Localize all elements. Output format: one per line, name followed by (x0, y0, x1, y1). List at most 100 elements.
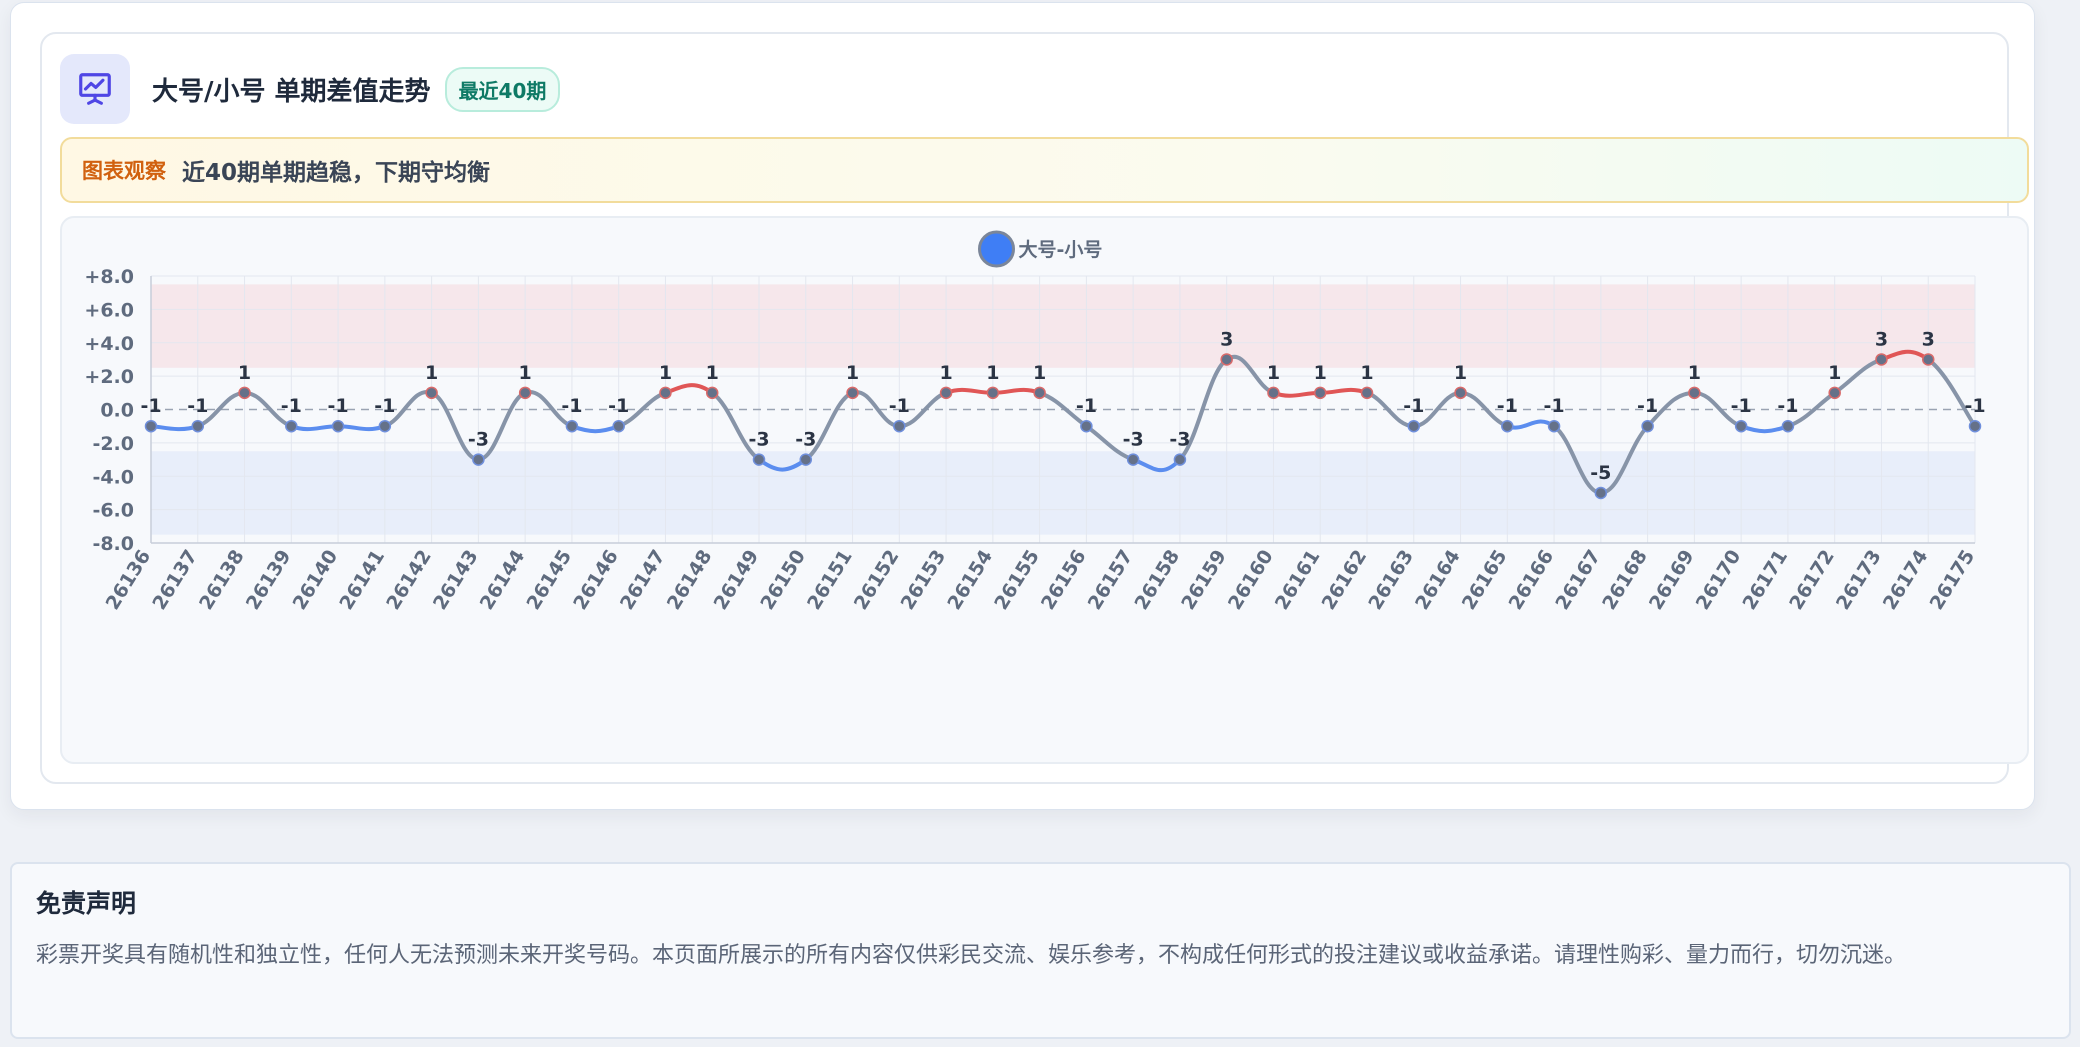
data-label: 1 (1314, 362, 1327, 384)
data-label: 1 (1688, 362, 1701, 384)
x-tick-label: 26169 (1645, 546, 1699, 614)
disclaimer-title: 免责声明 (36, 889, 137, 918)
x-tick-label: 26165 (1458, 546, 1512, 614)
x-tick-label: 26164 (1411, 546, 1465, 614)
data-label: 1 (1454, 362, 1467, 384)
data-label: 1 (1267, 362, 1280, 384)
x-tick-label: 26153 (897, 546, 951, 614)
data-label: 3 (1922, 328, 1935, 350)
y-tick-label: 0.0 (100, 400, 134, 422)
data-point (1781, 419, 1795, 433)
data-label: -1 (1497, 395, 1518, 417)
data-point (846, 386, 859, 400)
data-point (1547, 419, 1561, 433)
x-tick-label: 26168 (1598, 546, 1652, 614)
x-tick-label: 26170 (1692, 546, 1746, 614)
data-point (986, 386, 1000, 400)
series-line-segment (990, 387, 1042, 395)
data-label: -1 (889, 395, 910, 417)
x-tick-label: 26171 (1738, 546, 1792, 614)
data-label: -5 (1590, 462, 1611, 484)
x-tick-label: 26142 (382, 546, 436, 614)
data-point (1688, 386, 1701, 400)
chart-band-1 (151, 451, 1975, 535)
x-tick-label: 26163 (1364, 546, 1418, 614)
x-tick-label: 26174 (1879, 546, 1933, 614)
data-point (1267, 386, 1280, 400)
x-tick-label: 26162 (1318, 546, 1372, 614)
data-label: 3 (1875, 328, 1888, 350)
x-tick-label: 26145 (522, 546, 576, 614)
data-label: -3 (468, 429, 489, 451)
data-label: -1 (1544, 395, 1565, 417)
x-tick-label: 26141 (335, 546, 389, 614)
y-tick-label: -4.0 (92, 466, 134, 488)
legend-label: 大号-小号 (1019, 238, 1103, 261)
x-tick-label: 26152 (850, 546, 904, 614)
data-point (659, 386, 672, 400)
data-label: 1 (1360, 362, 1373, 384)
chart-area: +8.0 +6.0 +4.0 +2.0 0.0 -2.0 -4.0 -6.0 -8.0 -1 261… (60, 216, 2029, 764)
data-point (1080, 419, 1093, 433)
series-line-segment (336, 424, 387, 432)
data-point (238, 386, 251, 400)
x-tick-label: 26158 (1130, 546, 1184, 614)
data-point (1173, 453, 1187, 466)
data-label: -1 (608, 395, 629, 417)
data-point (1641, 419, 1654, 433)
data-label: -1 (374, 395, 395, 417)
x-tick-label: 26175 (1926, 546, 1980, 614)
x-tick-label: 26160 (1224, 546, 1278, 614)
chart-card: 大号/小号 单期差值走势 最近40期 图表观察 近40期单期趋稳，下期守均衡 +… (40, 32, 2029, 784)
data-label: 3 (1220, 328, 1233, 350)
insight-label: 图表观察 (82, 159, 166, 183)
chart-header: 大号/小号 单期差值走势 最近40期 (60, 54, 561, 124)
data-point (1033, 386, 1046, 400)
data-point (285, 419, 298, 433)
data-point (1126, 453, 1140, 466)
data-point (1454, 386, 1467, 400)
series-line-segment (149, 424, 200, 432)
series-line-segment (1505, 419, 1557, 430)
data-label: -1 (1731, 395, 1752, 417)
x-tick-label: 26157 (1084, 546, 1138, 614)
data-label: 1 (519, 362, 532, 384)
data-point (472, 453, 485, 466)
x-tick-label: 26138 (195, 546, 249, 614)
data-point (1921, 353, 1935, 366)
disclaimer-section: 免责声明 彩票开奖具有随机性和独立性，任何人无法预测未来开奖号码。本页面所展示的… (10, 862, 2071, 1039)
x-tick-label: 26166 (1505, 546, 1559, 614)
x-tick-label: 26139 (242, 546, 296, 614)
y-tick-label: +6.0 (84, 299, 134, 321)
data-point (705, 386, 719, 400)
data-label: -1 (1777, 395, 1798, 417)
data-label: -1 (1403, 395, 1424, 417)
data-point (565, 419, 579, 433)
data-label: -1 (1076, 395, 1097, 417)
data-label: 1 (1828, 362, 1841, 384)
data-label: 1 (846, 362, 859, 384)
data-point (1220, 353, 1233, 366)
data-point (1360, 386, 1374, 400)
data-label: 1 (238, 362, 251, 384)
x-tick-label: 26154 (943, 546, 997, 614)
data-point (1501, 419, 1514, 433)
data-label: -1 (328, 395, 349, 417)
data-point (939, 386, 953, 400)
series-line-segment (663, 383, 715, 395)
y-tick-label: -8.0 (92, 533, 134, 555)
insight-text: 近40期单期趋稳，下期守均衡 (182, 160, 491, 186)
x-tick-label: 26136 (102, 546, 156, 614)
data-point (1968, 419, 1982, 433)
legend-marker (978, 230, 1015, 268)
data-label: -1 (187, 395, 208, 417)
x-tick-label: 26147 (616, 546, 670, 614)
x-tick-label: 26143 (429, 546, 483, 614)
x-tick-label: 26161 (1271, 546, 1325, 614)
data-label: -3 (748, 429, 769, 451)
data-point (144, 419, 158, 433)
data-label: 1 (1033, 362, 1046, 384)
x-tick-label: 26144 (476, 546, 530, 614)
presentation-chart-icon (60, 54, 130, 124)
data-point (378, 419, 392, 433)
